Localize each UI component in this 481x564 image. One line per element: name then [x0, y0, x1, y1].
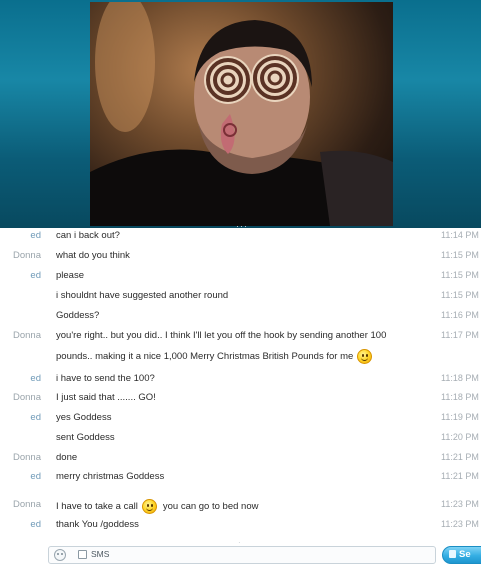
message-text-before: I have to take a call [56, 501, 138, 513]
message-text: merry christmas Goddess [56, 471, 165, 482]
message-text: can i back out? [56, 230, 120, 241]
sms-label: SMS [91, 549, 110, 559]
message-sender: ed [30, 270, 41, 281]
message-text: sent Goddess [56, 432, 115, 443]
message-text: thank You /goddess [56, 519, 139, 530]
message-sender: Donna [13, 499, 41, 510]
message-time: 11:16 PM [441, 310, 479, 320]
message-time: 11:23 PM [441, 519, 479, 529]
send-button[interactable]: Se [442, 546, 481, 564]
message-time: 11:15 PM [441, 270, 479, 280]
message-text: you're right.. but you did.. I think I'l… [56, 330, 387, 341]
video-panel: ··· [0, 0, 481, 228]
message-text: I just said that ....... GO! [56, 392, 156, 403]
video-feed [90, 2, 393, 226]
message-text: yes Goddess [56, 412, 112, 423]
message-sender: Donna [13, 392, 41, 403]
smile-emoticon-icon [141, 499, 157, 514]
message-text: what do you think [56, 250, 130, 261]
message-time: 11:21 PM [441, 452, 479, 462]
swirl-eye-left [204, 56, 252, 104]
message-text: i shouldnt have suggested another round [56, 290, 229, 301]
message-text: i have to send the 100? [56, 373, 155, 384]
smile-emoticon-icon [357, 349, 373, 364]
message-time: 11:17 PM [441, 330, 479, 340]
chat-log: ed can i back out? 11:14 PM Donna what d… [0, 228, 481, 538]
message-text: pounds.. making it a nice 1,000 Merry Ch… [56, 351, 354, 363]
message-sender: ed [30, 412, 41, 423]
message-text: Goddess? [56, 310, 100, 321]
message-text: done [56, 452, 78, 463]
message-time: 11:18 PM [441, 392, 479, 402]
message-sender: Donna [13, 330, 41, 341]
message-time: 11:18 PM [441, 373, 479, 383]
message-time: 11:21 PM [441, 471, 479, 481]
message-text-line: I have to take a call you can go to bed n… [56, 499, 258, 514]
compose-area: · SMS Se [0, 538, 481, 564]
message-time: 11:15 PM [441, 290, 479, 300]
message-time: 11:15 PM [441, 250, 479, 260]
sms-checkbox[interactable] [78, 550, 87, 559]
message-text-after: you can go to bed now [162, 501, 259, 513]
message-time: 11:19 PM [441, 412, 479, 422]
emoticon-picker-icon[interactable] [54, 549, 66, 561]
message-sender: ed [30, 519, 41, 530]
message-time: 11:23 PM [441, 499, 479, 509]
message-text-line: pounds.. making it a nice 1,000 Merry Ch… [56, 349, 378, 364]
video-frame-illustration [90, 2, 393, 226]
send-button-label: Se [459, 549, 471, 560]
message-sender: Donna [13, 250, 41, 261]
message-sender: ed [30, 373, 41, 384]
message-text: please [56, 270, 84, 281]
message-time: 11:20 PM [441, 432, 479, 442]
swirl-eye-right [251, 54, 299, 102]
message-sender: ed [30, 230, 41, 241]
message-sender: ed [30, 471, 41, 482]
message-sender: Donna [13, 452, 41, 463]
send-icon [449, 550, 456, 558]
message-time: 11:14 PM [441, 230, 479, 240]
